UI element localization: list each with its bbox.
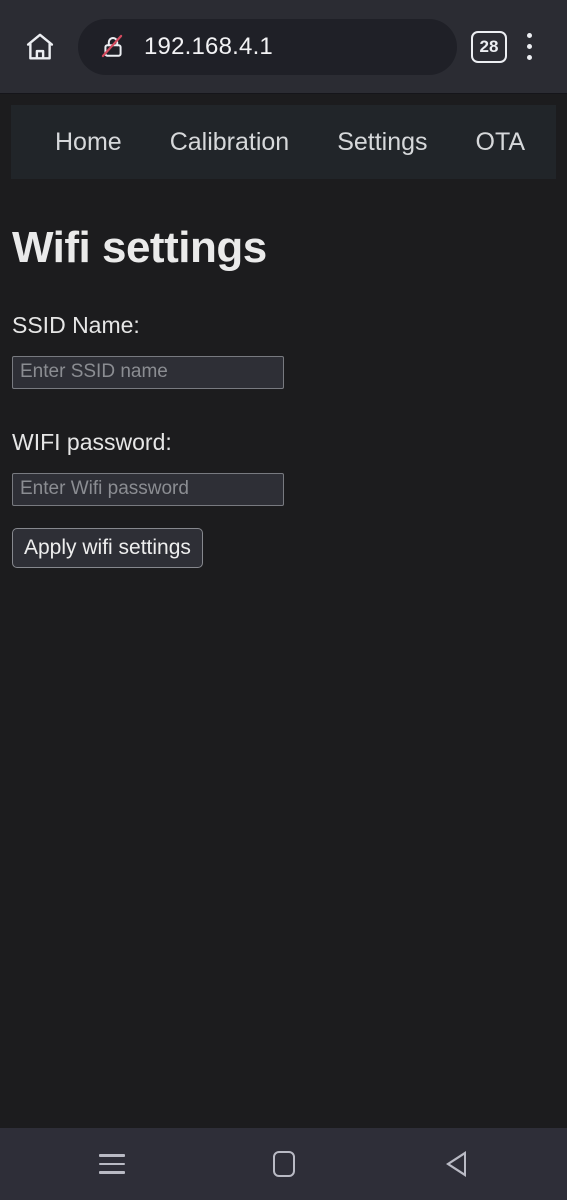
nav-link-settings[interactable]: Settings	[313, 122, 451, 163]
web-page-viewport: Home Calibration Settings OTA Wifi setti…	[0, 94, 567, 1128]
tab-count-label: 28	[479, 36, 499, 56]
site-navbar: Home Calibration Settings OTA	[11, 105, 556, 179]
nav-link-home[interactable]: Home	[31, 122, 146, 163]
ssid-input[interactable]	[12, 355, 284, 389]
nav-link-calibration[interactable]: Calibration	[146, 122, 314, 163]
nav-link-ota[interactable]: OTA	[452, 122, 550, 163]
overflow-menu-icon-dot	[526, 55, 532, 60]
url-text[interactable]: 192.168.4.1	[144, 33, 273, 61]
browser-home-button[interactable]	[16, 23, 64, 71]
apply-wifi-settings-button[interactable]: Apply wifi settings	[12, 527, 203, 568]
home-icon	[23, 30, 57, 64]
home-icon	[272, 1151, 295, 1177]
android-recents-button[interactable]	[85, 1137, 139, 1191]
page-content: Wifi settings SSID Name: WIFI password: …	[0, 223, 567, 568]
browser-menu-button[interactable]	[507, 23, 551, 71]
overflow-menu-icon-dot	[526, 33, 532, 38]
wifi-password-input[interactable]	[12, 472, 284, 506]
insecure-lock-icon[interactable]	[98, 32, 128, 62]
android-home-button[interactable]	[257, 1137, 311, 1191]
back-icon	[445, 1151, 466, 1177]
android-back-button[interactable]	[429, 1137, 483, 1191]
browser-toolbar: 192.168.4.1 28	[0, 0, 567, 94]
password-field-label: WIFI password:	[12, 428, 172, 455]
url-bar[interactable]: 192.168.4.1	[78, 18, 457, 75]
tab-counter-button[interactable]: 28	[471, 30, 507, 63]
android-navigation-bar	[0, 1128, 567, 1200]
page-title: Wifi settings	[12, 223, 267, 272]
recents-icon	[98, 1154, 125, 1174]
phone-screen: 192.168.4.1 28 Home Calibration Settings…	[0, 0, 567, 1200]
overflow-menu-icon-dot	[526, 44, 532, 49]
ssid-field-label: SSID Name:	[12, 312, 140, 339]
